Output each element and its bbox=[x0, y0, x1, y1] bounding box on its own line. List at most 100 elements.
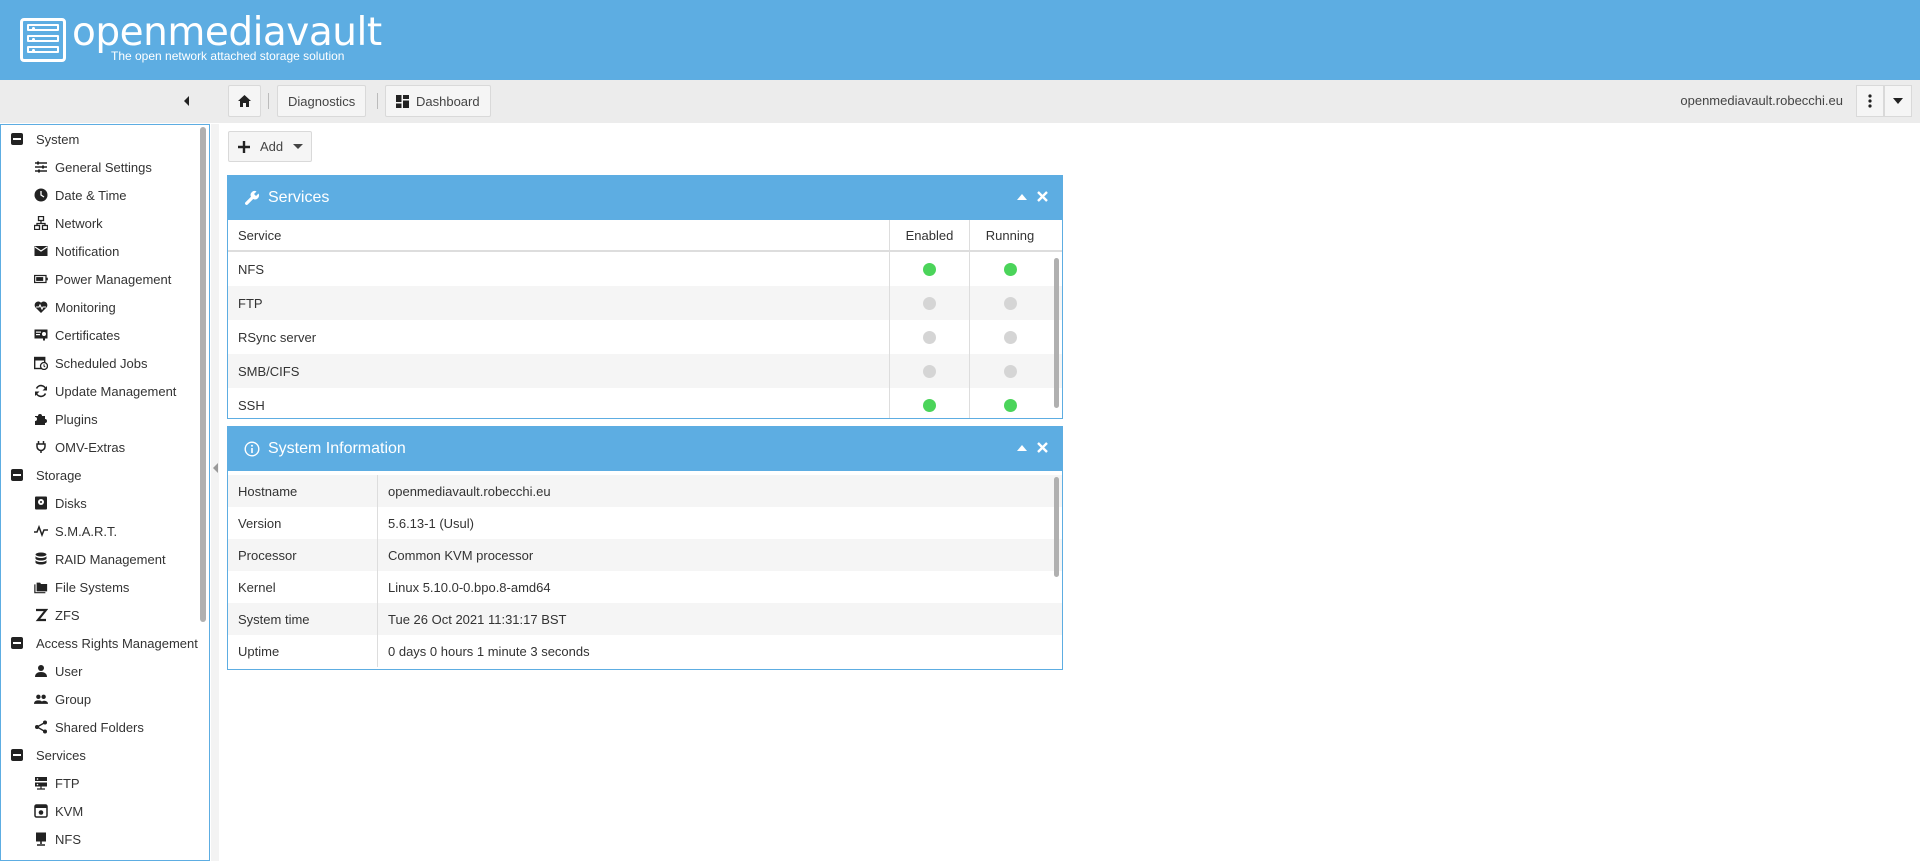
breadcrumb-diagnostics[interactable]: Diagnostics bbox=[277, 85, 367, 117]
sidebar-item-certificates[interactable]: Certificates bbox=[33, 321, 120, 349]
sidebar-item-general-settings[interactable]: General Settings bbox=[33, 153, 152, 181]
table-row: Hostname openmediavault.robecchi.eu bbox=[228, 475, 1062, 507]
running-cell bbox=[970, 388, 1050, 418]
sidebar-item-label: ZFS bbox=[55, 607, 80, 623]
sidebar-item-disks[interactable]: Disks bbox=[33, 489, 87, 517]
collapse-icon bbox=[11, 637, 23, 649]
table-row[interactable]: NFS bbox=[228, 252, 1062, 286]
sidebar-item-raid-management[interactable]: RAID Management bbox=[33, 545, 166, 573]
close-icon[interactable] bbox=[1037, 191, 1048, 202]
sidebar-item-notification[interactable]: Notification bbox=[33, 237, 119, 265]
sidebar-item-ftp[interactable]: FTP bbox=[33, 769, 80, 797]
sidebar-item-label: File Systems bbox=[55, 579, 130, 595]
sidebar-item-update-management[interactable]: Update Management bbox=[33, 377, 176, 405]
sysinfo-scrollbar[interactable] bbox=[1054, 477, 1059, 577]
app-subtitle: The open network attached storage soluti… bbox=[111, 49, 345, 63]
status-dot-icon bbox=[1003, 262, 1017, 276]
sidebar-item-scheduled-jobs[interactable]: Scheduled Jobs bbox=[33, 349, 148, 377]
sidebar-group-system[interactable]: System bbox=[11, 125, 79, 153]
sysinfo-panel-title: System Information bbox=[268, 440, 406, 457]
running-cell bbox=[970, 252, 1050, 286]
sidebar-item-date-time[interactable]: Date & Time bbox=[33, 181, 127, 209]
property-value: Tue 26 Oct 2021 11:31:17 BST bbox=[388, 611, 567, 627]
services-scrollbar[interactable] bbox=[1054, 258, 1059, 408]
sidebar-item-network[interactable]: Network bbox=[33, 209, 103, 237]
table-row[interactable]: SSH bbox=[228, 388, 1062, 418]
running-cell bbox=[970, 320, 1050, 354]
close-icon[interactable] bbox=[1037, 442, 1048, 453]
column-header-running[interactable]: Running bbox=[970, 220, 1050, 250]
property-name: Version bbox=[228, 507, 378, 539]
home-icon bbox=[238, 95, 251, 107]
sidebar-group-label: Access Rights Management bbox=[36, 635, 198, 651]
column-header-enabled[interactable]: Enabled bbox=[890, 220, 970, 250]
table-row[interactable]: FTP bbox=[228, 286, 1062, 320]
sidebar-item-power-management[interactable]: Power Management bbox=[33, 265, 171, 293]
hostname-label: openmediavault.robecchi.eu bbox=[1680, 93, 1843, 108]
sidebar-item-user[interactable]: User bbox=[33, 657, 82, 685]
sidebar-item-label: RAID Management bbox=[55, 551, 166, 567]
collapse-sidebar-icon[interactable] bbox=[180, 94, 194, 108]
service-name: SMB/CIFS bbox=[228, 354, 890, 388]
status-dot-icon bbox=[923, 330, 936, 344]
enabled-cell bbox=[890, 286, 970, 320]
collapse-panel-icon[interactable] bbox=[1017, 193, 1027, 200]
services-panel: Services Service Enabled Running NFS FTP R… bbox=[227, 175, 1063, 419]
status-dot-icon bbox=[1003, 296, 1017, 310]
enabled-cell bbox=[890, 320, 970, 354]
sidebar-item-label: User bbox=[55, 663, 83, 679]
sysinfo-panel-header: System Information bbox=[228, 427, 1062, 471]
sidebar-item-nfs[interactable]: NFS bbox=[33, 825, 81, 853]
sidebar-item-monitoring[interactable]: Monitoring bbox=[33, 293, 116, 321]
sidebar-item-group[interactable]: Group bbox=[33, 685, 91, 713]
openmediavault-logo-icon bbox=[20, 18, 66, 62]
status-dot-icon bbox=[923, 296, 936, 310]
sidebar-item-smart[interactable]: S.M.A.R.T. bbox=[33, 517, 117, 545]
sidebar-item-zfs[interactable]: ZFS bbox=[33, 601, 80, 629]
sidebar-splitter[interactable] bbox=[211, 124, 219, 861]
breadcrumb-home-button[interactable] bbox=[228, 85, 261, 117]
property-name: Hostname bbox=[228, 475, 378, 507]
enabled-cell bbox=[890, 252, 970, 286]
splitter-collapse-icon[interactable] bbox=[213, 463, 218, 473]
sidebar-group-access-rights[interactable]: Access Rights Management bbox=[11, 629, 198, 657]
status-dot-icon bbox=[923, 262, 936, 276]
enabled-cell bbox=[890, 354, 970, 388]
sidebar-scrollbar[interactable] bbox=[200, 127, 206, 622]
info-circle-icon bbox=[244, 441, 260, 457]
service-name: SSH bbox=[228, 388, 890, 418]
column-header-service[interactable]: Service bbox=[228, 220, 890, 250]
mail-icon bbox=[34, 246, 48, 256]
breadcrumb-dashboard[interactable]: Dashboard bbox=[385, 85, 491, 117]
sidebar-item-label: Scheduled Jobs bbox=[55, 355, 148, 371]
navigation-sidebar[interactable]: System General Settings Date & Time Netw… bbox=[0, 124, 210, 861]
running-cell bbox=[970, 286, 1050, 320]
sidebar-item-file-systems[interactable]: File Systems bbox=[33, 573, 129, 601]
more-options-button[interactable] bbox=[1856, 85, 1884, 117]
sidebar-item-label: KVM bbox=[55, 803, 84, 819]
breadcrumb-label: Diagnostics bbox=[288, 93, 356, 109]
table-row[interactable]: RSync server bbox=[228, 320, 1062, 354]
plug-icon bbox=[36, 441, 46, 453]
add-button-label: Add bbox=[260, 139, 284, 154]
sidebar-item-kvm[interactable]: KVM bbox=[33, 797, 83, 825]
table-row[interactable]: SMB/CIFS bbox=[228, 354, 1062, 388]
user-menu-button[interactable] bbox=[1884, 85, 1912, 117]
network-icon bbox=[34, 216, 48, 230]
sidebar-item-label: OMV-Extras bbox=[55, 439, 126, 455]
sidebar-item-omv-extras[interactable]: OMV-Extras bbox=[33, 433, 125, 461]
add-widget-button[interactable]: Add bbox=[228, 131, 312, 162]
sidebar-item-label: Network bbox=[55, 215, 103, 231]
kvm-icon bbox=[34, 804, 48, 818]
sidebar-item-label: Plugins bbox=[55, 411, 98, 427]
property-name: System time bbox=[228, 603, 378, 635]
breadcrumb-label: Dashboard bbox=[416, 93, 480, 109]
sidebar-item-shared-folders[interactable]: Shared Folders bbox=[33, 713, 144, 741]
sidebar-group-storage[interactable]: Storage bbox=[11, 461, 82, 489]
sidebar-item-label: FTP bbox=[55, 775, 80, 791]
dashboard-icon bbox=[396, 94, 409, 108]
sidebar-group-services[interactable]: Services bbox=[11, 741, 86, 769]
sidebar-item-plugins[interactable]: Plugins bbox=[33, 405, 98, 433]
collapse-panel-icon[interactable] bbox=[1017, 444, 1027, 451]
sidebar-item-label: General Settings bbox=[55, 159, 152, 175]
